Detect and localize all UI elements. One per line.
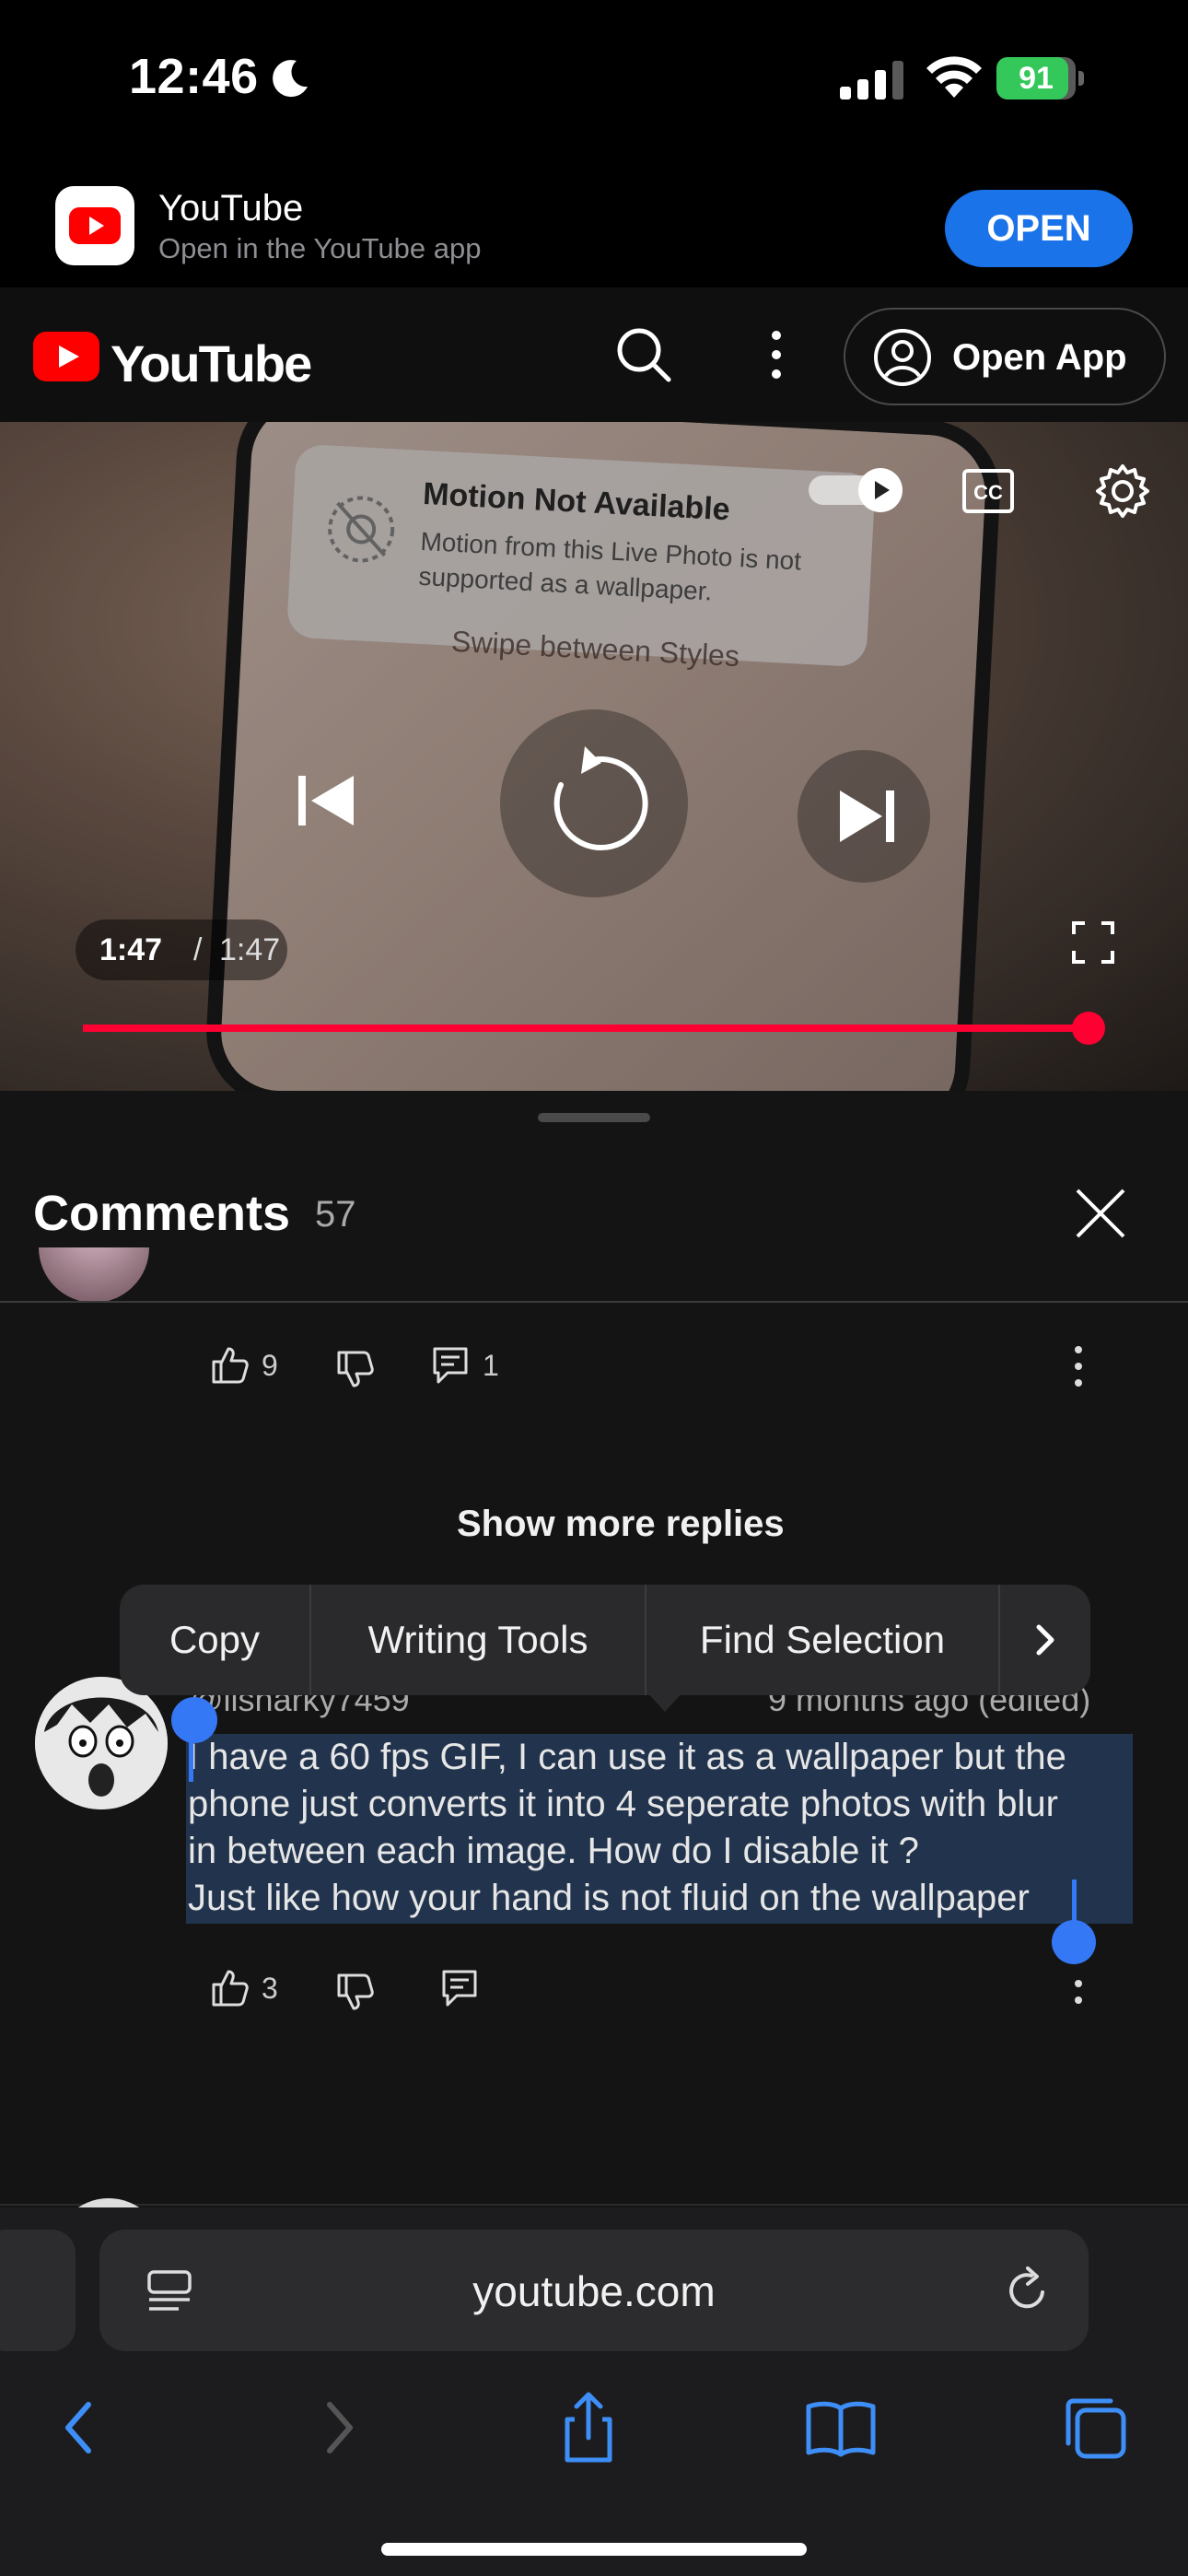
duration: 1:47	[219, 932, 281, 967]
comments-title: Comments	[33, 1186, 291, 1241]
banner-title: YouTube	[158, 188, 304, 228]
time-separator: /	[193, 932, 203, 967]
forward-icon[interactable]	[297, 2386, 379, 2469]
selection-start-handle[interactable]	[171, 1697, 217, 1743]
video-player[interactable]: Motion Not Available Motion from this Li…	[0, 422, 1188, 1091]
comment-more-icon[interactable]	[1057, 1961, 1100, 2007]
account-icon	[874, 329, 931, 386]
comment-text-line: I have a 60 fps GIF, I can use it as a w…	[188, 1737, 1066, 1777]
like-count: 3	[262, 1972, 278, 2005]
thumbs-up-icon[interactable]	[208, 1343, 250, 1386]
svg-text:CC: CC	[973, 481, 1003, 504]
time-display: 1:47 / 1:47	[76, 919, 287, 980]
selection-start-caret	[189, 1736, 193, 1782]
youtube-logo-text: YouTube	[111, 334, 312, 392]
next-video-button[interactable]	[798, 750, 930, 883]
avatar[interactable]	[35, 1677, 168, 1809]
previous-tab-peek[interactable]	[0, 2230, 76, 2351]
selection-end-handle[interactable]	[1052, 1920, 1096, 1964]
menu-separator	[998, 1585, 1000, 1695]
menu-pointer	[646, 1692, 683, 1712]
close-icon[interactable]	[1068, 1181, 1133, 1246]
thumbs-up-icon[interactable]	[208, 1966, 250, 2008]
youtube-logo-icon	[33, 332, 99, 381]
search-icon[interactable]	[611, 322, 676, 387]
banner-subtitle: Open in the YouTube app	[158, 232, 482, 264]
reload-icon[interactable]	[1004, 2266, 1052, 2314]
like-count: 9	[262, 1349, 278, 1382]
browser-toolbar: youtube.com	[0, 2207, 1188, 2576]
avatar-image	[35, 1677, 168, 1809]
status-time: 12:46	[129, 49, 259, 104]
comments-count: 57	[315, 1194, 356, 1235]
thumbs-down-icon[interactable]	[333, 1349, 376, 1391]
battery-body: 91	[996, 57, 1076, 100]
fullscreen-icon[interactable]	[1070, 919, 1116, 966]
home-indicator	[381, 2543, 807, 2556]
progress-bar[interactable]	[83, 1025, 1087, 1032]
show-more-replies-button[interactable]: Show more replies	[457, 1504, 785, 1545]
youtube-logo[interactable]: YouTube	[33, 324, 312, 392]
settings-gear-icon[interactable]	[1092, 461, 1153, 521]
replay-icon	[553, 746, 648, 851]
previous-video-icon[interactable]	[274, 750, 376, 851]
closed-captions-icon[interactable]: CC	[960, 463, 1017, 520]
signal-icon	[840, 61, 903, 100]
comment-text-line: Just like how your hand is not fluid on …	[188, 1878, 1030, 1918]
thumbs-down-icon[interactable]	[333, 1972, 376, 2014]
address-bar[interactable]: youtube.com	[99, 2230, 1089, 2351]
status-bar: 12:46 91	[0, 0, 1188, 166]
app-banner: YouTube Open in the YouTube app OPEN	[0, 166, 1188, 287]
battery-icon: 91	[996, 57, 1085, 100]
replay-button[interactable]	[500, 709, 688, 897]
back-icon[interactable]	[39, 2386, 122, 2469]
current-time: 1:47	[99, 932, 163, 967]
reply-icon[interactable]	[429, 1343, 472, 1386]
youtube-app-icon	[55, 186, 134, 265]
tabs-icon[interactable]	[1054, 2386, 1136, 2469]
share-icon[interactable]	[547, 2386, 630, 2469]
open-in-app-button[interactable]: OPEN	[945, 190, 1133, 267]
youtube-header: YouTube Open App	[0, 287, 1188, 422]
wifi-icon	[926, 56, 982, 98]
comment-text-line: phone just converts it into 4 seperate p…	[188, 1784, 1058, 1824]
comments-panel: Comments 57 9 1 Show more replies @llsha…	[0, 1091, 1188, 2207]
comment-text[interactable]: I have a 60 fps GIF, I can use it as a w…	[188, 1734, 1136, 1922]
menu-find-selection[interactable]: Find Selection	[646, 1585, 998, 1695]
open-app-button[interactable]: Open App	[844, 308, 1166, 405]
comment-more-icon[interactable]	[1057, 1343, 1100, 1389]
more-vertical-icon[interactable]	[755, 322, 798, 387]
battery-label: 91	[1019, 61, 1054, 96]
comment-text-line: in between each image. How do I disable …	[188, 1831, 919, 1871]
menu-copy[interactable]: Copy	[120, 1585, 309, 1695]
menu-writing-tools[interactable]: Writing Tools	[311, 1585, 645, 1695]
open-app-label: Open App	[952, 337, 1127, 378]
autoplay-toggle[interactable]	[809, 466, 904, 514]
progress-scrubber[interactable]	[1072, 1012, 1105, 1045]
panel-divider	[0, 1301, 1188, 1303]
comment-divider	[0, 2204, 1188, 2206]
url-text: youtube.com	[472, 2267, 716, 2315]
reply-icon[interactable]	[438, 1966, 481, 2008]
panel-drag-handle[interactable]	[538, 1113, 650, 1122]
bookmarks-icon[interactable]	[799, 2386, 882, 2469]
progress-fill	[83, 1025, 1087, 1032]
reply-count: 1	[483, 1349, 499, 1382]
selection-end-caret	[1072, 1879, 1077, 1926]
battery-tip	[1078, 71, 1084, 86]
text-selection-menu: Copy Writing Tools Find Selection	[120, 1585, 1090, 1712]
moon-icon	[273, 60, 308, 98]
chevron-right-icon[interactable]	[1022, 1616, 1070, 1664]
next-video-icon	[840, 790, 894, 842]
